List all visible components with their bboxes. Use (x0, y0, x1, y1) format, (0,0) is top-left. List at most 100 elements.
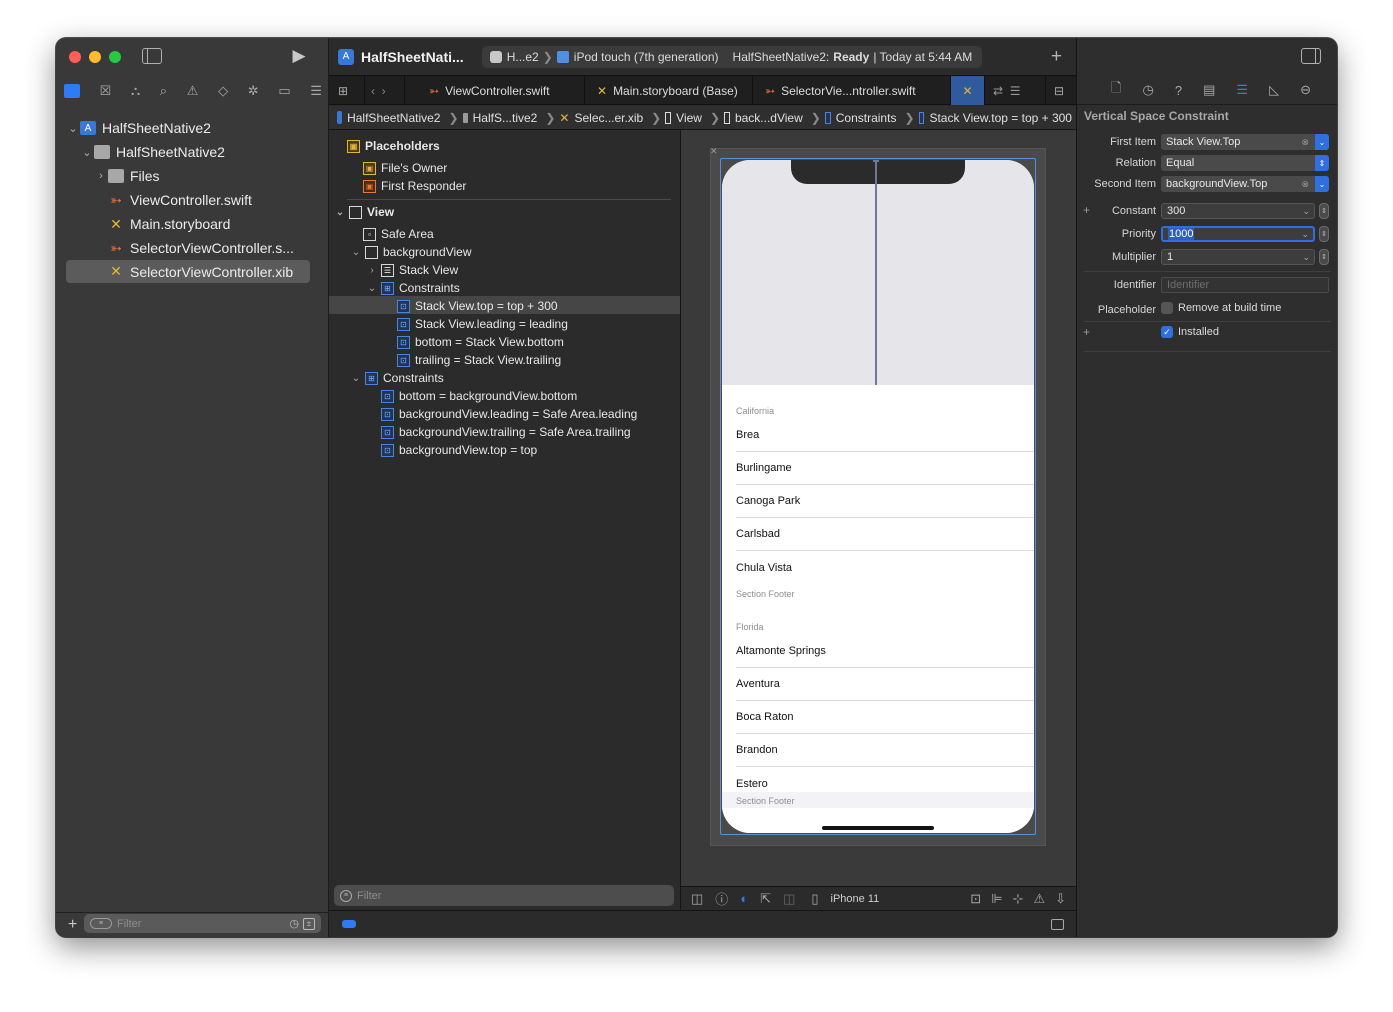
disclosure-open-icon[interactable]: ⌄ (365, 283, 379, 294)
table-cell[interactable]: Boca Raton (736, 701, 1034, 734)
minimize-window-button[interactable] (89, 51, 101, 63)
add-library-icon[interactable]: + (1051, 46, 1062, 68)
breadcrumb-item[interactable]: Stack View.top = top + 300 (929, 111, 1072, 125)
sidebar-toggle-icon[interactable] (142, 48, 162, 64)
outline-constraint-row[interactable]: ⊡ bottom = backgroundView.bottom (381, 387, 577, 405)
update-frames-icon[interactable]: ⊡ (970, 891, 981, 907)
help-inspector-icon[interactable]: ? (1175, 83, 1182, 98)
outline-constraint-row[interactable]: ⊡ backgroundView.trailing = Safe Area.tr… (381, 423, 631, 441)
constant-stepper[interactable]: ⇕ (1319, 203, 1329, 219)
table-cell[interactable]: Canoga Park (736, 485, 1034, 518)
tab-selector-xib-active[interactable]: ✕ (951, 76, 985, 105)
outline-constraint-row[interactable]: ⊡ Stack View.leading = leading (397, 315, 568, 333)
filter-options-icon[interactable]: ≡ (90, 918, 112, 929)
table-view[interactable]: California Brea Burlingame Canoga Park C… (722, 385, 1034, 833)
outline-first-responder[interactable]: ▣ First Responder (363, 177, 466, 195)
outline-constraint-row[interactable]: ⊡ trailing = Stack View.trailing (397, 351, 561, 369)
zoom-window-button[interactable] (109, 51, 121, 63)
constant-combo[interactable]: 300 ⌄ (1161, 203, 1315, 219)
table-cell[interactable]: Carlsbad (736, 518, 1034, 551)
breadcrumb-item[interactable]: back...dView (735, 111, 803, 125)
activity-view[interactable]: H...e2 ❯ iPod touch (7th generation) Hal… (481, 45, 983, 68)
device-selector[interactable]: iPod touch (7th generation) (574, 50, 719, 64)
outline-constraint-row[interactable]: ⊡ Stack View.top = top + 300 (397, 297, 558, 315)
outline-filter-field[interactable]: ≡ Filter (334, 885, 674, 906)
run-icon[interactable]: ▶ (290, 46, 308, 65)
disclosure-closed-icon[interactable]: › (365, 265, 379, 276)
first-item-popup[interactable]: Stack View.Top ⊗ ⌄ (1161, 134, 1329, 150)
remove-at-build-checkbox[interactable]: Remove at build time (1161, 302, 1281, 314)
add-variation-icon[interactable]: + (1083, 325, 1090, 339)
inspector-toggle-icon[interactable] (1301, 48, 1321, 64)
breadcrumb-item[interactable]: HalfS...tive2 (473, 111, 538, 125)
align-icon[interactable]: ⊫ (991, 891, 1002, 907)
identity-inspector-icon[interactable]: ▤ (1203, 82, 1215, 98)
outline-background-view[interactable]: ⌄ backgroundView (349, 243, 472, 261)
device-phone-icon[interactable]: ▯ (811, 891, 818, 907)
tab-main-storyboard[interactable]: ✕ Main.storyboard (Base) (585, 76, 753, 105)
split-view-icon[interactable]: ◫ (783, 891, 795, 907)
outline-constraint-row[interactable]: ⊡ backgroundView.top = top (381, 441, 537, 459)
orientation-icon[interactable]: ⇱ (760, 891, 771, 907)
relation-popup[interactable]: Equal ⇕ (1161, 155, 1329, 171)
interface-builder-canvas[interactable]: ✕ California Brea Burlingame Canoga Park… (681, 130, 1076, 886)
breadcrumb-item[interactable]: Constraints (836, 111, 897, 125)
outline-stack-view[interactable]: › ☰ Stack View (365, 261, 458, 279)
debug-area-toggle-icon[interactable] (342, 920, 356, 928)
nav-item-selector-swift[interactable]: ➳ SelectorViewController.s... (66, 237, 310, 259)
connections-inspector-icon[interactable]: ⊖ (1300, 82, 1311, 98)
disclosure-open-icon[interactable]: ⌄ (80, 146, 94, 159)
table-cell[interactable]: Burlingame (736, 452, 1034, 485)
size-inspector-icon[interactable]: ◺ (1269, 82, 1279, 98)
outline-constraint-row[interactable]: ⊡ backgroundView.leading = Safe Area.lea… (381, 405, 637, 423)
file-inspector-icon[interactable]: 🗋 (1111, 79, 1121, 101)
installed-checkbox[interactable]: ✓ Installed (1161, 326, 1219, 338)
debug-navigator-icon[interactable]: ✲ (248, 83, 259, 99)
appearance-icon[interactable]: ⓘ (715, 889, 728, 908)
outline-toggle-icon[interactable]: ◫ (691, 891, 703, 907)
table-cell[interactable]: Altamonte Springs (736, 635, 1034, 668)
scheme-selector[interactable]: H...e2 (507, 50, 539, 64)
breadcrumb-item[interactable]: View (676, 111, 702, 125)
disclosure-open-icon[interactable]: ⌄ (349, 247, 363, 258)
add-icon[interactable]: + (68, 916, 77, 934)
hide-debug-icon[interactable] (1051, 918, 1064, 930)
close-scene-icon[interactable]: ✕ (710, 146, 718, 157)
priority-stepper[interactable]: ⇕ (1319, 226, 1329, 242)
identifier-field[interactable]: Identifier (1161, 277, 1329, 293)
clear-icon[interactable]: ⊗ (1301, 137, 1309, 148)
table-cell[interactable]: Aventura (736, 668, 1034, 701)
find-icon[interactable]: ⌕ (160, 83, 167, 99)
tab-viewcontroller-swift[interactable]: ➳ ViewController.swift (417, 76, 585, 105)
disclosure-closed-icon[interactable]: › (94, 170, 108, 182)
outline-view[interactable]: ⌄ View (333, 203, 394, 221)
source-control-icon[interactable]: ☒ (100, 83, 112, 99)
add-constraints-icon[interactable]: ⊹ (1013, 891, 1024, 907)
project-navigator-icon[interactable] (64, 84, 80, 98)
multiplier-stepper[interactable]: ⇕ (1319, 249, 1329, 265)
nav-item-project[interactable]: ⌄ A HalfSheetNative2 (66, 117, 310, 139)
outline-constraints-inner[interactable]: ⌄ ⊞ Constraints (365, 279, 460, 297)
iphone-screen[interactable]: California Brea Burlingame Canoga Park C… (722, 160, 1034, 833)
nav-item-main-storyboard[interactable]: ✕ Main.storyboard (66, 213, 310, 235)
close-window-button[interactable] (69, 51, 81, 63)
nav-back-forward[interactable]: ‹ › (365, 76, 405, 105)
add-editor-icon[interactable]: ⊟ (1045, 76, 1076, 105)
tab-selector-swift[interactable]: ➳ SelectorVie...ntroller.swift (753, 76, 951, 105)
breadcrumb-item[interactable]: Selec...er.xib (574, 111, 643, 125)
report-navigator-icon[interactable]: ☰ (310, 83, 322, 99)
table-cell[interactable]: Brea (736, 419, 1034, 452)
disclosure-open-icon[interactable]: ⌄ (349, 373, 363, 384)
device-label[interactable]: iPhone 11 (831, 893, 880, 905)
outline-files-owner[interactable]: ▣ File's Owner (363, 159, 447, 177)
second-item-popup[interactable]: backgroundView.Top ⊗ ⌄ (1161, 176, 1329, 192)
dark-mode-icon[interactable]: ◐ (740, 891, 748, 906)
clear-icon[interactable]: ⊗ (1301, 179, 1309, 190)
resolve-issues-icon[interactable]: ⚠ (1033, 891, 1045, 907)
nav-item-group[interactable]: ⌄ HalfSheetNative2 (66, 141, 310, 163)
nav-item-selector-xib[interactable]: ✕ SelectorViewController.xib (66, 260, 310, 283)
nav-item-files[interactable]: › Files (66, 165, 310, 187)
disclosure-open-icon[interactable]: ⌄ (66, 122, 80, 135)
outline-constraints-outer[interactable]: ⌄ ⊞ Constraints (349, 369, 444, 387)
editor-options-icon[interactable]: ⇄ ☰ (985, 76, 1045, 105)
